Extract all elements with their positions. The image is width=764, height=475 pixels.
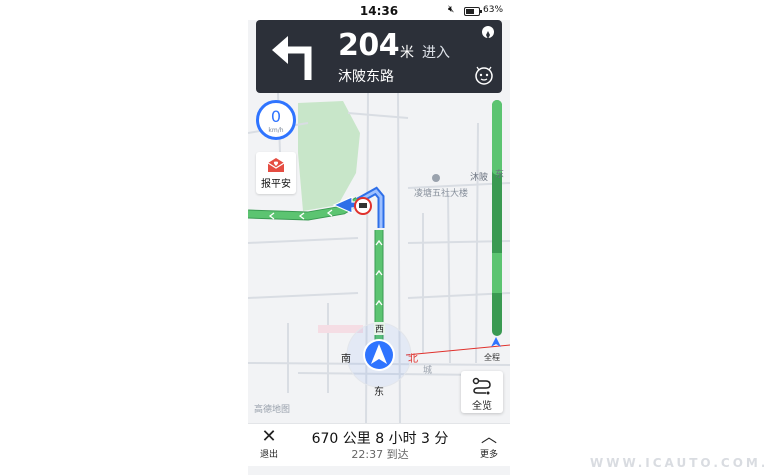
voice-assistant-icon[interactable] — [474, 65, 494, 85]
site-watermark: WWW.ICAUTO.COM.CN — [590, 456, 764, 470]
more-button[interactable]: ︿ 更多 — [476, 427, 502, 460]
compass-north: 北 — [408, 354, 418, 365]
compass-east: 东 — [374, 387, 384, 398]
status-bar: 14:36 🔇︎ 63% — [248, 0, 510, 20]
map-brand-label: 高德地图 — [254, 405, 291, 415]
speed-value: 0 — [270, 107, 282, 126]
location-arrow-icon — [363, 339, 395, 371]
exit-label: 退出 — [259, 450, 278, 460]
route-overview-icon — [472, 377, 491, 395]
battery-percent: 63% — [483, 5, 504, 15]
road-label: 沐陂 — [470, 173, 489, 183]
route-road-label: 西 — [374, 322, 386, 335]
navigation-bottom-bar: ✕ 退出 670 公里 8 小时 3 分 22:37 到达 ︿ 更多 — [248, 423, 510, 466]
speed-unit: km/h — [268, 127, 284, 134]
route-progress-marker-icon — [491, 337, 501, 347]
report-safety-button[interactable]: 报平安 — [256, 152, 296, 194]
route-overview-label: 全览 — [472, 401, 492, 412]
arrival-time: 22:37 到达 — [351, 448, 409, 461]
exit-button[interactable]: ✕ 退出 — [256, 426, 282, 461]
next-road-name: 沐陂东路 — [338, 69, 394, 85]
all-route-label: 全程 — [484, 353, 500, 362]
distance-unit: 米 — [400, 45, 414, 61]
road-label-suffix: 东 — [495, 170, 505, 180]
close-icon: ✕ — [261, 426, 277, 447]
place-label: 城 — [423, 366, 433, 376]
trip-summary: 670 公里 8 小时 3 分 — [311, 431, 449, 447]
report-safety-label: 报平安 — [261, 179, 291, 190]
compass-south: 南 — [341, 354, 351, 365]
mute-icon: 🔇︎ — [448, 4, 455, 15]
more-label: 更多 — [479, 450, 498, 460]
navigation-screen: 14:36 🔇︎ 63% 204 米 进入 沐陂东路 凌塘五社大楼 沐陂 东 西… — [248, 0, 510, 475]
turn-guidance-card[interactable]: 204 米 进入 沐陂东路 — [256, 20, 502, 93]
envelope-heart-icon — [267, 158, 285, 172]
battery-icon — [464, 7, 482, 16]
turn-action: 进入 — [422, 45, 450, 61]
chevron-up-icon: ︿ — [480, 427, 497, 446]
turn-left-icon — [272, 36, 312, 80]
turn-distance: 204 — [338, 28, 400, 63]
speedometer: 0 km/h — [256, 100, 296, 140]
compass-icon[interactable] — [482, 26, 494, 39]
route-overview-button[interactable]: 全览 — [461, 371, 503, 413]
poi-label: 凌塘五社大楼 — [414, 189, 469, 199]
